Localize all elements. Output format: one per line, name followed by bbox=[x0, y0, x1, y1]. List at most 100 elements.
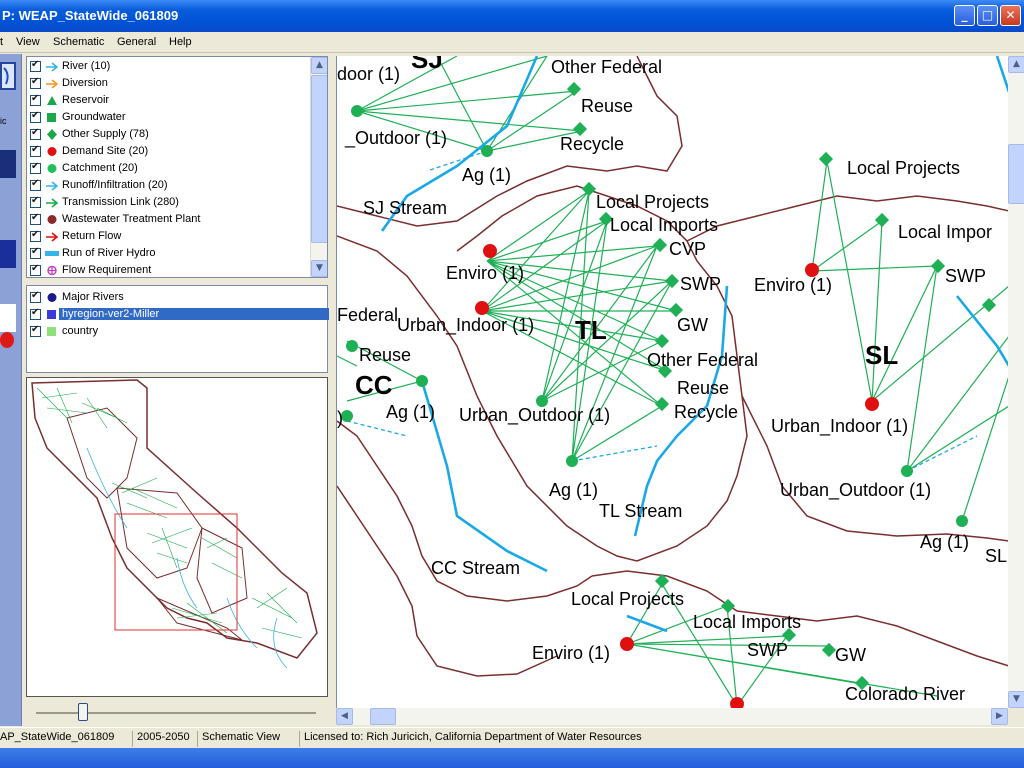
menu-help[interactable]: Help bbox=[169, 36, 192, 48]
visibility-checkbox[interactable] bbox=[30, 324, 41, 337]
map-label-local-imports-tl[interactable]: Local Imports bbox=[610, 215, 718, 236]
map-scroll-right[interactable]: ▶ bbox=[991, 708, 1008, 725]
map-label-local-projects-tl[interactable]: Local Projects bbox=[596, 192, 709, 213]
map-label-reuse-top[interactable]: Reuse bbox=[581, 96, 633, 117]
map-label-urban-outdoor-tl[interactable]: Urban_Outdoor (1) bbox=[459, 405, 610, 426]
map-hscroll-thumb[interactable] bbox=[370, 708, 396, 725]
visibility-checkbox[interactable] bbox=[30, 307, 41, 320]
map-label-swp-bottom[interactable]: SWP bbox=[747, 640, 788, 661]
region-label-cc[interactable]: CC bbox=[355, 370, 393, 401]
status-license: Licensed to: Rich Juricich, California D… bbox=[299, 731, 642, 747]
diversion-arrow-icon bbox=[45, 77, 59, 90]
zoom-slider-thumb[interactable] bbox=[78, 703, 88, 721]
menu-edit[interactable]: t bbox=[0, 36, 3, 48]
map-label-swp-sl[interactable]: SWP bbox=[945, 266, 986, 287]
map-label-urban-outdoor-sl[interactable]: Urban_Outdoor (1) bbox=[780, 480, 931, 501]
wastewater-dot-icon bbox=[45, 213, 59, 226]
map-scroll-down[interactable]: ▼ bbox=[1008, 691, 1024, 708]
results-view-button[interactable] bbox=[0, 240, 16, 268]
visibility-checkbox[interactable] bbox=[30, 161, 41, 174]
visibility-checkbox[interactable] bbox=[30, 195, 41, 208]
menu-schematic[interactable]: Schematic bbox=[53, 36, 104, 48]
map-label-sl-small[interactable]: SL bbox=[985, 546, 1007, 567]
map-label-gw-tl[interactable]: GW bbox=[677, 315, 708, 336]
notes-view-button[interactable] bbox=[0, 332, 14, 348]
map-label-ag-cc[interactable]: Ag (1) bbox=[386, 402, 435, 423]
map-label-gw-bottom[interactable]: GW bbox=[835, 645, 866, 666]
map-label-reuse-tl[interactable]: Reuse bbox=[677, 378, 729, 399]
map-label-federal-left[interactable]: Federal bbox=[337, 305, 398, 326]
map-label-swp-tl[interactable]: SWP bbox=[680, 274, 721, 295]
map-label-colorado-river[interactable]: Colorado River bbox=[845, 684, 965, 705]
legend-item-label: Catchment (20) bbox=[62, 162, 138, 174]
legend-item-label: Run of River Hydro bbox=[62, 247, 156, 259]
layer-list: Major Rivers hyregion-ver2-Miller country bbox=[26, 285, 329, 373]
visibility-checkbox[interactable] bbox=[30, 59, 41, 72]
visibility-checkbox[interactable] bbox=[30, 127, 41, 140]
region-label-sj[interactable]: SJ bbox=[411, 56, 443, 75]
menu-view[interactable]: View bbox=[16, 36, 40, 48]
visibility-checkbox[interactable] bbox=[30, 144, 41, 157]
visibility-checkbox[interactable] bbox=[30, 212, 41, 225]
map-label-local-projects-sl[interactable]: Local Projects bbox=[847, 158, 960, 179]
map-horizontal-scrollbar[interactable]: ◀ ▶ bbox=[336, 708, 1008, 725]
map-label-recycle-top[interactable]: Recycle bbox=[560, 134, 624, 155]
map-label-cvp[interactable]: CVP bbox=[669, 239, 706, 260]
visibility-checkbox[interactable] bbox=[30, 246, 41, 259]
runoff-arrow-icon bbox=[45, 179, 59, 192]
legend-scroll-up[interactable]: ▲ bbox=[311, 57, 327, 74]
legend-scrollbar[interactable]: ▲ ▼ bbox=[310, 57, 327, 277]
visibility-checkbox[interactable] bbox=[30, 290, 41, 303]
legend-item-label: Flow Requirement bbox=[62, 264, 152, 276]
map-scroll-up[interactable]: ▲ bbox=[1008, 56, 1024, 73]
map-label-local-imports-bottom[interactable]: Local Imports bbox=[693, 612, 801, 633]
zoom-slider[interactable] bbox=[26, 700, 328, 724]
legend-item-label: Wastewater Treatment Plant bbox=[62, 213, 201, 225]
map-label-local-projects-bottom[interactable]: Local Projects bbox=[571, 589, 684, 610]
map-label-reuse-left[interactable]: Reuse bbox=[359, 345, 411, 366]
map-label-cc-stream[interactable]: CC Stream bbox=[431, 558, 520, 579]
maximize-button[interactable]: □ bbox=[977, 5, 998, 26]
region-label-tl[interactable]: TL bbox=[575, 315, 607, 346]
visibility-checkbox[interactable] bbox=[30, 76, 41, 89]
visibility-checkbox[interactable] bbox=[30, 93, 41, 106]
visibility-checkbox[interactable] bbox=[30, 178, 41, 191]
legend-scroll-thumb[interactable] bbox=[311, 75, 327, 243]
map-label-ag-sl[interactable]: Ag (1) bbox=[920, 532, 969, 553]
map-label-other-federal-tl[interactable]: Other Federal bbox=[647, 350, 758, 371]
map-vertical-scrollbar[interactable]: ▲ ▼ bbox=[1008, 56, 1024, 708]
map-scroll-left[interactable]: ◀ bbox=[336, 708, 353, 725]
map-label-urban-indoor-tl[interactable]: Urban_Indoor (1) bbox=[397, 315, 534, 336]
map-label-door[interactable]: door (1) bbox=[337, 64, 400, 85]
visibility-checkbox[interactable] bbox=[30, 110, 41, 123]
map-label-tl-stream[interactable]: TL Stream bbox=[599, 501, 682, 522]
schematic-map[interactable]: door (1) Other Federal Reuse _Outdoor (1… bbox=[336, 56, 1008, 708]
legend-item-label: Diversion bbox=[62, 77, 108, 89]
map-label-local-impor-sl[interactable]: Local Impor bbox=[898, 222, 992, 243]
legend-scroll-down[interactable]: ▼ bbox=[311, 260, 327, 277]
visibility-checkbox[interactable] bbox=[30, 229, 41, 242]
visibility-checkbox[interactable] bbox=[30, 263, 41, 276]
legend-item-label: Return Flow bbox=[62, 230, 122, 242]
country-square-icon bbox=[45, 325, 59, 338]
overviews-view-button[interactable] bbox=[0, 304, 16, 332]
overview-map[interactable] bbox=[26, 377, 328, 697]
data-view-button[interactable] bbox=[0, 150, 16, 178]
map-label-enviro-sl[interactable]: Enviro (1) bbox=[754, 275, 832, 296]
map-label-recycle-tl[interactable]: Recycle bbox=[674, 402, 738, 423]
map-label-enviro-tl[interactable]: Enviro (1) bbox=[446, 263, 524, 284]
map-label-other-federal-top[interactable]: Other Federal bbox=[551, 57, 662, 78]
region-label-sl[interactable]: SL bbox=[865, 340, 898, 371]
map-label-enviro-bottom[interactable]: Enviro (1) bbox=[532, 643, 610, 664]
close-button[interactable]: ✕ bbox=[1000, 5, 1021, 26]
map-label-urban-indoor-sl[interactable]: Urban_Indoor (1) bbox=[771, 416, 908, 437]
map-vscroll-thumb[interactable] bbox=[1008, 144, 1024, 204]
map-label-ag-top[interactable]: Ag (1) bbox=[462, 165, 511, 186]
layer-item-label: country bbox=[62, 325, 99, 337]
minimize-button[interactable]: _ bbox=[954, 5, 975, 26]
map-label-outdoor-top[interactable]: _Outdoor (1) bbox=[345, 128, 447, 149]
map-label-sj-stream[interactable]: SJ Stream bbox=[363, 198, 447, 219]
map-label-ag-tl[interactable]: Ag (1) bbox=[549, 480, 598, 501]
menu-general[interactable]: General bbox=[117, 36, 156, 48]
schematic-view-button[interactable] bbox=[0, 62, 16, 90]
